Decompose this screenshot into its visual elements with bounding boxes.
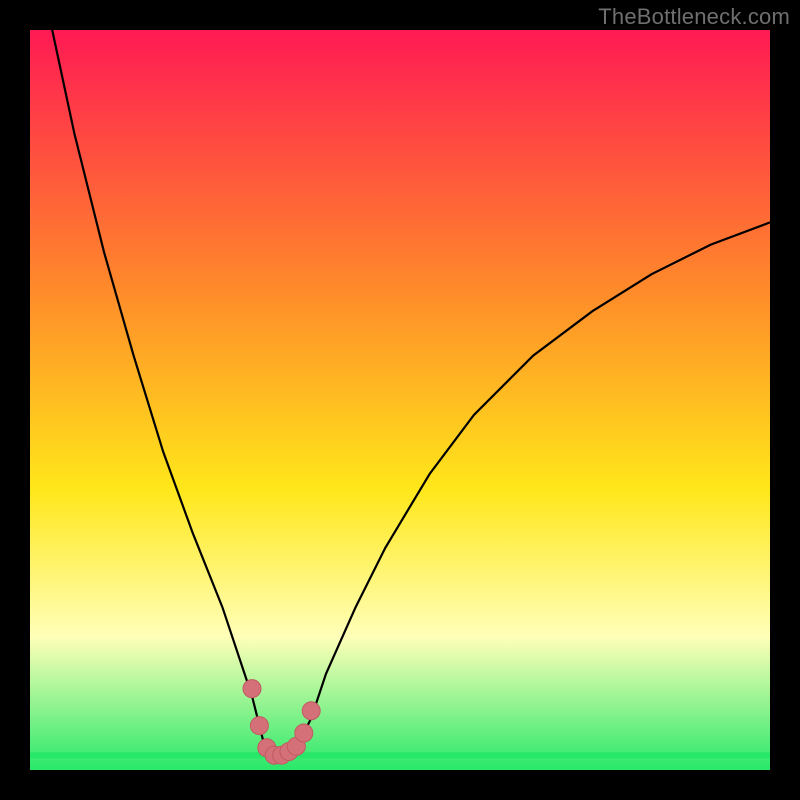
highlight-marker: [250, 717, 268, 735]
highlight-marker: [243, 680, 261, 698]
highlight-marker: [295, 724, 313, 742]
chart-frame: TheBottleneck.com: [0, 0, 800, 800]
watermark-label: TheBottleneck.com: [598, 4, 790, 30]
highlight-marker: [302, 702, 320, 720]
plot-area: [30, 30, 770, 770]
chart-svg: [0, 0, 800, 800]
